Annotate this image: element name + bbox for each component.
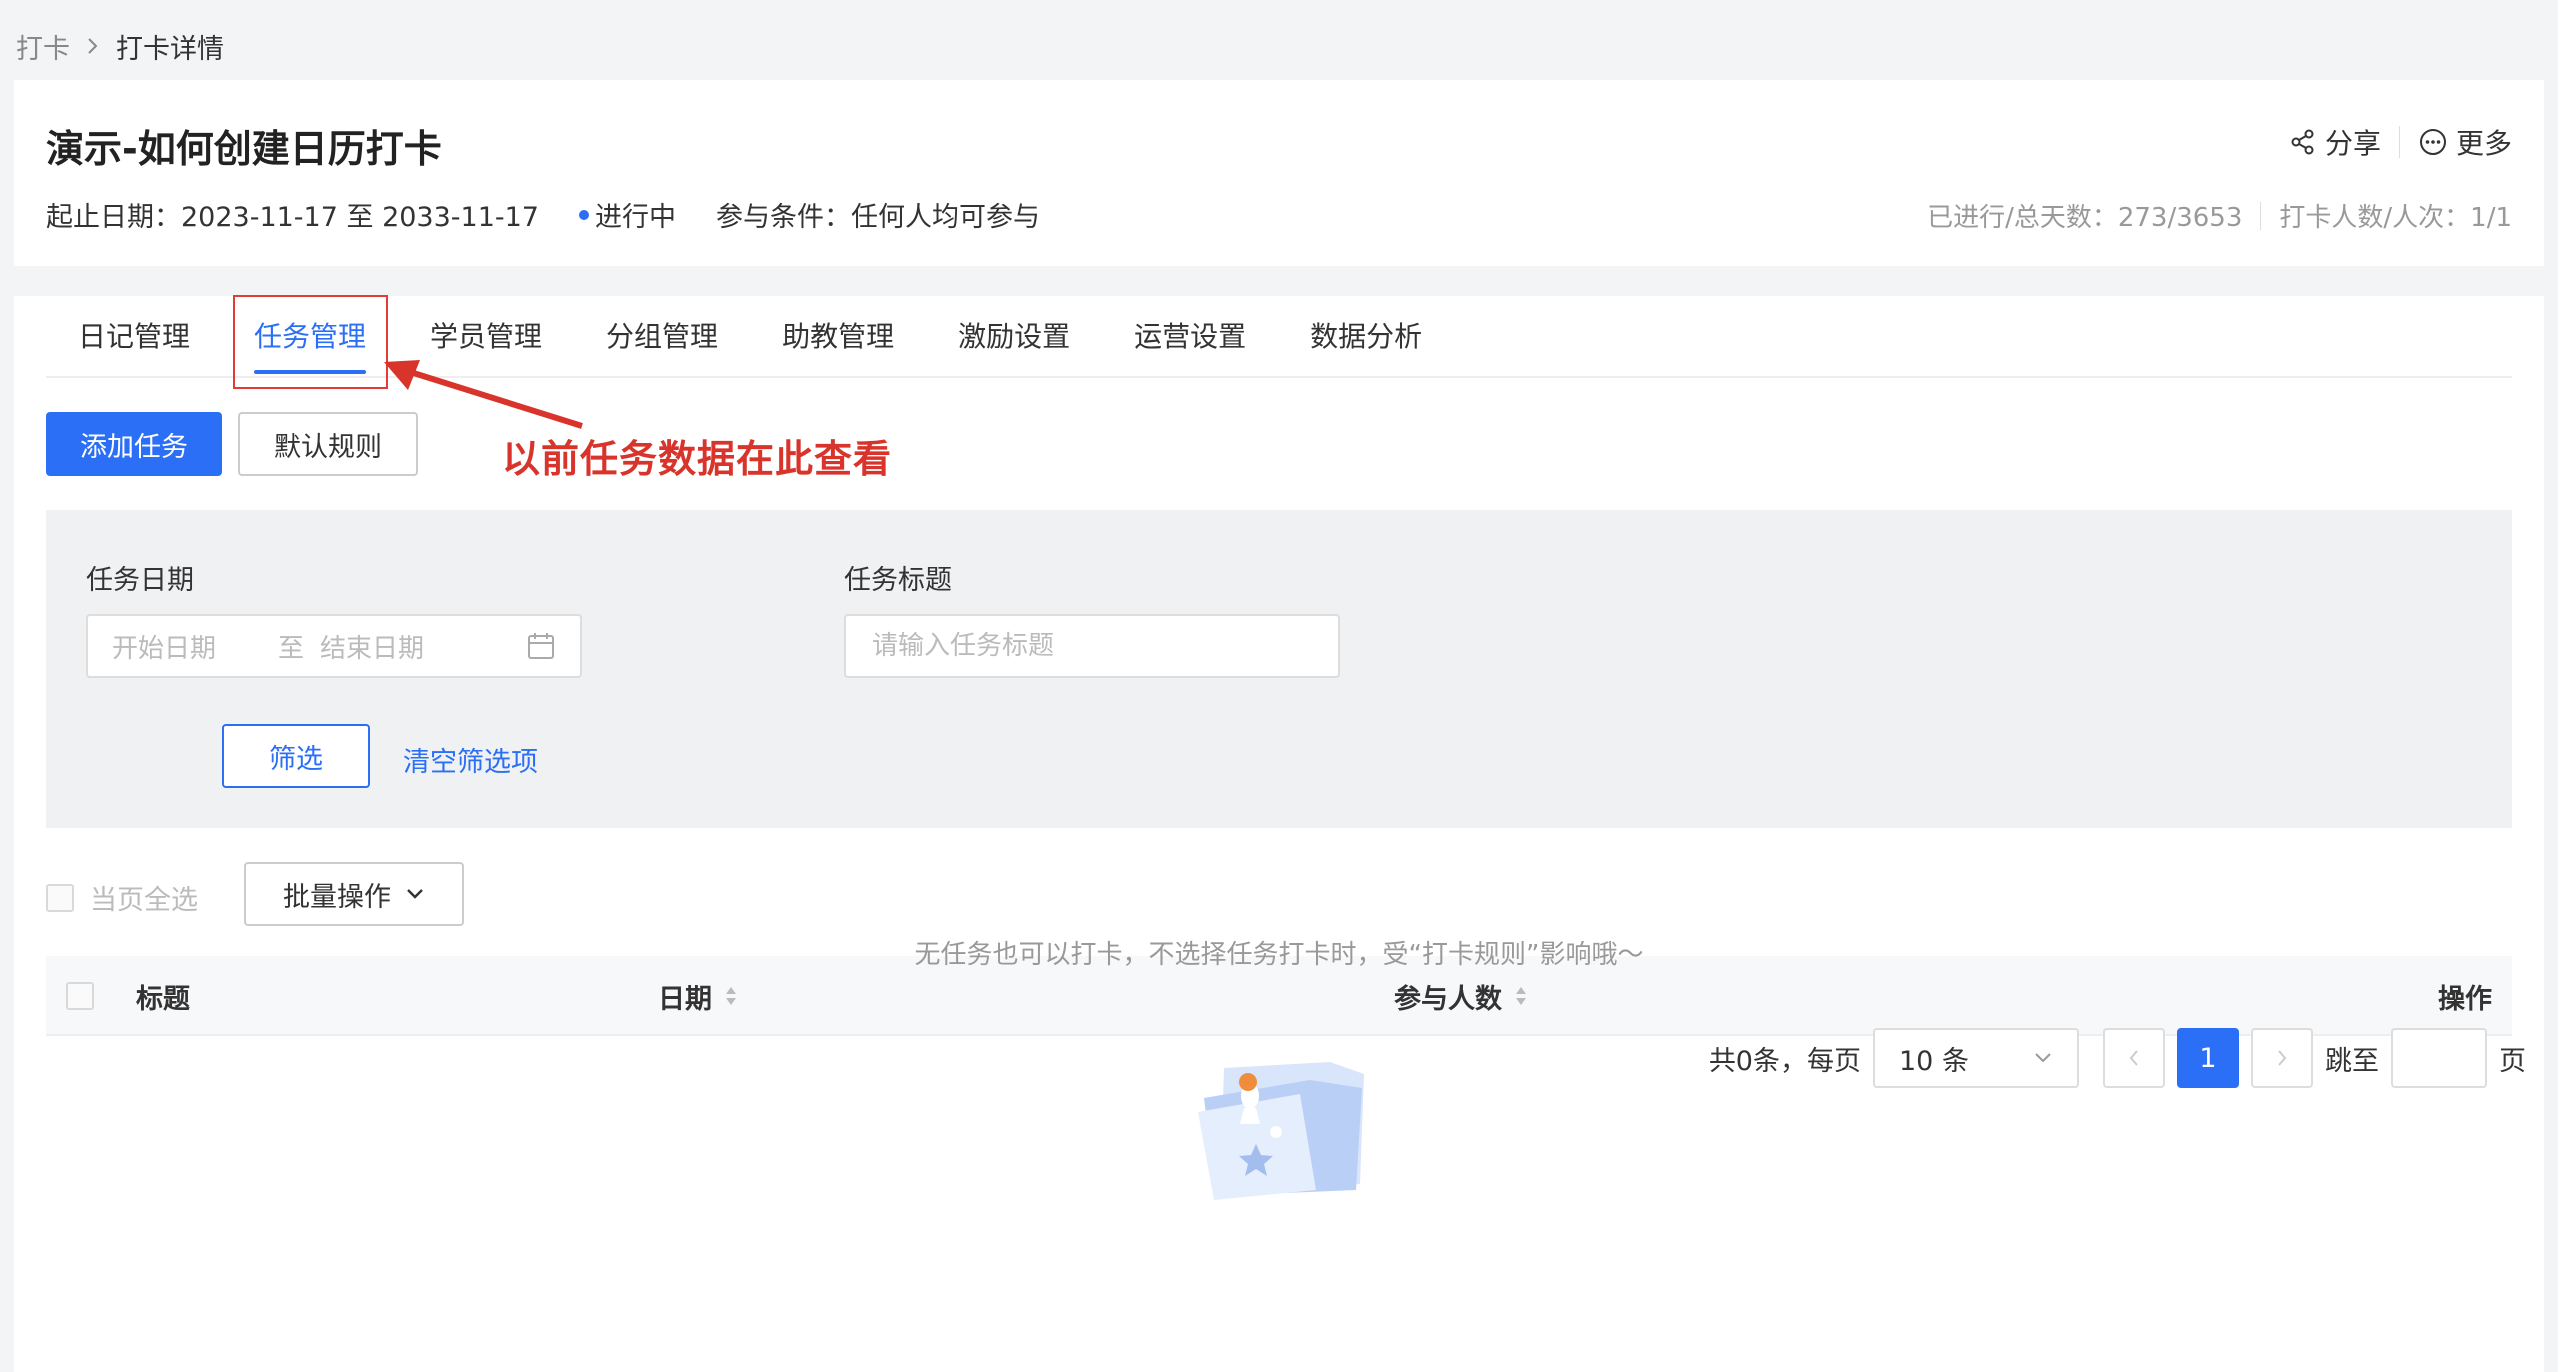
chevron-down-icon [407,889,423,899]
page-number-button[interactable]: 1 [2177,1028,2239,1088]
batch-operations-dropdown[interactable]: 批量操作 [244,862,464,926]
header-card: 演示-如何创建日历打卡 起止日期：2023-11-17 至 2033-11-17… [14,80,2544,266]
jump-page-input[interactable] [2391,1028,2487,1088]
share-button[interactable]: 分享 [2289,122,2381,162]
breadcrumb-parent[interactable]: 打卡 [16,27,70,66]
more-icon [2419,129,2446,155]
sort-icon[interactable] [1514,984,1528,1008]
pagination: 共0条，每页 10 条 1 跳至 页 [1709,1028,2526,1088]
status-text: 进行中 [595,202,676,233]
filter-panel: 任务日期 开始日期 至 结束日期 任务标题 筛选 清空筛选项 [46,510,2512,828]
page-size-value: 10 条 [1899,1045,1969,1077]
page-size-select[interactable]: 10 条 [1873,1028,2079,1088]
page-title: 演示-如何创建日历打卡 [46,127,442,171]
empty-state-text: 无任务也可以打卡，不选择任务打卡时，受“打卡规则”影响哦～ [914,940,1644,970]
share-label: 分享 [2324,127,2381,160]
chevron-right-icon [2278,1050,2287,1066]
select-all-label: 当页全选 [90,885,198,916]
start-date-field[interactable]: 开始日期 [112,628,216,665]
main-card: 日记管理 任务管理 学员管理 分组管理 助教管理 激励设置 运营设置 数据分析 … [14,294,2544,1372]
task-title-input[interactable] [844,614,1340,678]
top-actions: 分享 更多 [2289,122,2512,162]
progress-days-text: 已进行/总天数：273/3653 [1927,203,2243,233]
condition-text: 参与条件：任何人均可参与 [716,202,1040,233]
date-range-text: 起止日期：2023-11-17 至 2033-11-17 [46,202,539,233]
tab-assistants[interactable]: 助教管理 [782,294,894,376]
stats-divider [2260,201,2262,230]
header-checkbox[interactable] [66,982,94,1010]
tab-incentives[interactable]: 激励设置 [958,294,1070,376]
more-label: 更多 [2455,127,2512,160]
task-title-label: 任务标题 [844,565,952,596]
chevron-left-icon [2129,1050,2138,1066]
tab-diary[interactable]: 日记管理 [78,294,190,376]
more-button[interactable]: 更多 [2418,122,2512,162]
tab-operations[interactable]: 运营设置 [1134,294,1246,376]
sort-icon[interactable] [724,984,738,1008]
status-dot-icon [579,209,589,220]
total-text: 共0条，每页 [1708,1045,1861,1077]
tab-analytics[interactable]: 数据分析 [1310,294,1422,376]
chevron-down-icon [2035,1053,2051,1063]
date-range-picker[interactable]: 开始日期 至 结束日期 [86,614,582,678]
end-date-field[interactable]: 结束日期 [320,628,424,665]
breadcrumb-current: 打卡详情 [116,33,224,65]
prev-page-button[interactable] [2103,1028,2165,1088]
calendar-icon [526,631,556,661]
column-participants-label: 参与人数 [1394,983,1502,1015]
tab-groups[interactable]: 分组管理 [606,294,718,376]
meta-row: 起止日期：2023-11-17 至 2033-11-17 进行中 参与条件：任何… [46,195,1040,234]
batch-operations-label: 批量操作 [283,881,391,913]
annotation-text: 以前任务数据在此查看 [502,437,893,481]
chevron-right-icon [86,36,100,56]
jump-label: 跳至 [2325,1045,2379,1077]
clear-filter-link[interactable]: 清空筛选项 [403,740,538,779]
empty-folder-icon [1198,1062,1364,1200]
add-task-button[interactable]: 添加任务 [46,412,222,476]
checkin-count-text: 打卡人数/人次：1/1 [2279,203,2512,233]
default-rule-button[interactable]: 默认规则 [238,412,418,476]
share-icon [2291,129,2314,155]
annotation-highlight-box [233,295,388,389]
next-page-button[interactable] [2251,1028,2313,1088]
select-all[interactable]: 当页全选 [46,878,198,917]
stats: 已进行/总天数：273/3653 打卡人数/人次：1/1 [1927,197,2512,234]
column-date-label: 日期 [658,983,712,1015]
action-divider [2398,126,2400,158]
filter-button[interactable]: 筛选 [222,724,370,788]
page-suffix: 页 [2499,1045,2526,1077]
select-all-checkbox[interactable] [46,883,74,912]
range-separator: 至 [278,633,305,664]
breadcrumb: 打卡 打卡详情 [16,22,224,70]
task-date-label: 任务日期 [86,565,194,596]
